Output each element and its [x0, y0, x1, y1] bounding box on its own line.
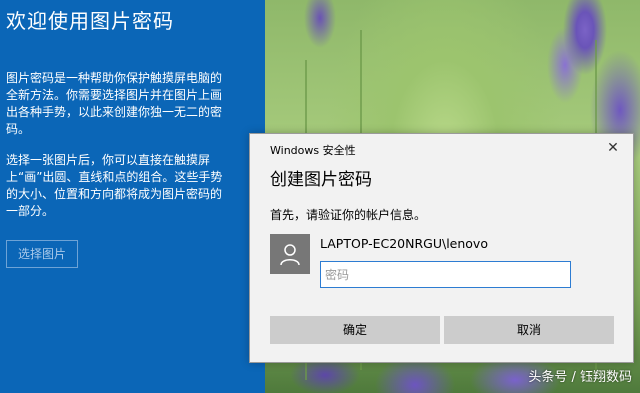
user-silhouette-icon: [280, 244, 300, 266]
intro-paragraph-2: 选择一张图片后，你可以直接在触摸屏上“画”出圆、直线和点的组合。这些手势的大小、…: [6, 153, 223, 218]
close-icon[interactable]: ✕: [603, 138, 623, 158]
ok-button[interactable]: 确定: [270, 316, 440, 344]
dialog-header: Windows 安全性 ✕: [250, 134, 633, 162]
dialog-app-title: Windows 安全性: [270, 144, 356, 157]
choose-picture-button[interactable]: 选择图片: [6, 240, 78, 268]
dialog-title: 创建图片密码: [270, 170, 372, 190]
dialog-subtitle: 首先，请验证你的帐户信息。: [270, 208, 427, 222]
intro-title: 欢迎使用图片密码: [6, 9, 174, 33]
cancel-button[interactable]: 取消: [444, 316, 614, 344]
watermark: 头条号 / 钰翔数码: [528, 370, 632, 385]
account-name: LAPTOP-EC20NRGU\lenovo: [320, 236, 488, 251]
password-field[interactable]: [320, 261, 571, 288]
avatar: [270, 234, 310, 274]
windows-security-dialog: Windows 安全性 ✕ 创建图片密码 首先，请验证你的帐户信息。 LAPTO…: [249, 133, 634, 363]
intro-paragraph-1: 图片密码是一种帮助你保护触摸屏电脑的全新方法。你需要选择图片并在图片上画出各种手…: [6, 71, 223, 136]
intro-panel: 欢迎使用图片密码 图片密码是一种帮助你保护触摸屏电脑的全新方法。你需要选择图片并…: [0, 0, 265, 393]
